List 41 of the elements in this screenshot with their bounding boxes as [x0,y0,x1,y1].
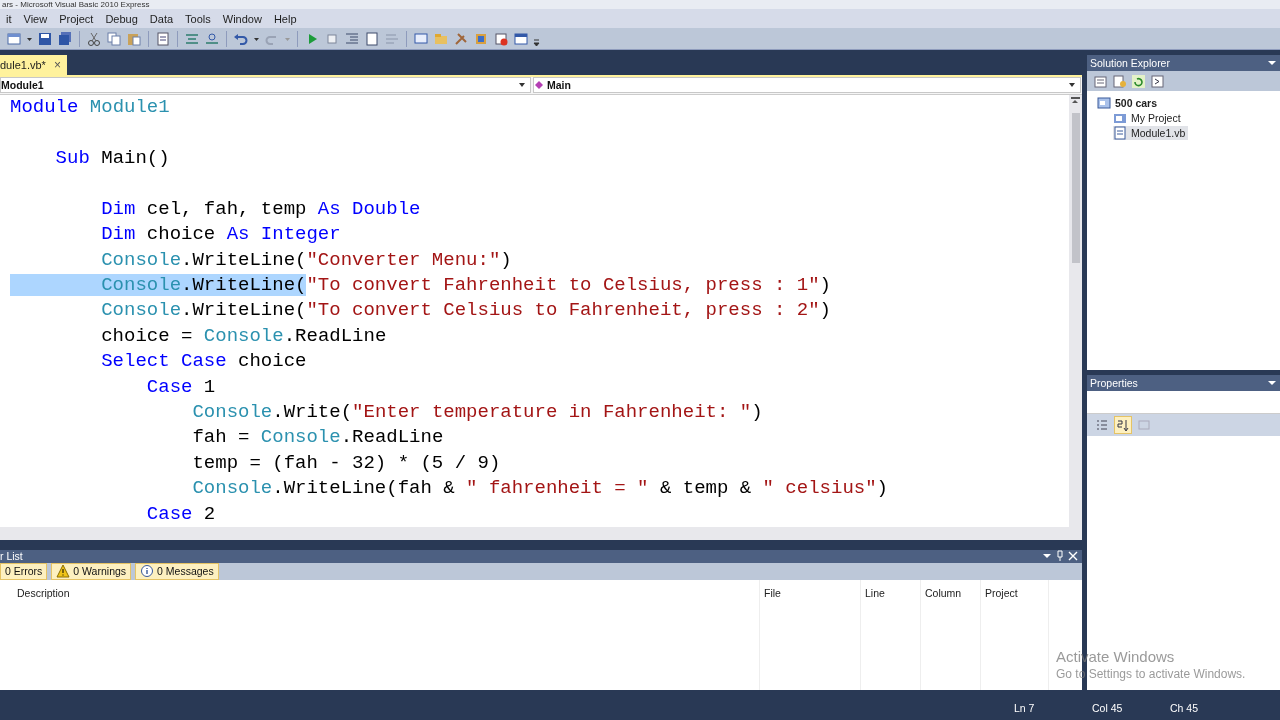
panel-title: r List [0,550,23,563]
member-dropdown[interactable]: Main [533,77,1081,93]
column-header[interactable]: File [760,579,861,690]
code-line: Sub Main() [54,146,171,172]
tree-item[interactable]: 500 cars [1097,96,1161,110]
code-line: Console.WriteLine(fah & " fahrenheit = " & temp & " celsius") [191,476,889,502]
code-line: Module Module1 [10,95,171,121]
tree-item[interactable]: Module1.vb [1113,126,1189,140]
code-line: Dim choice As Integer [100,222,342,248]
code-line: Console.WriteLine("To convert Fahrenheit to Celsius, press : 1") [10,273,1069,299]
menu-item[interactable]: Help [273,12,303,25]
code-line: temp = (fah - 32) * (5 / 9) [191,450,502,476]
code-line: Select Case choice [100,349,308,375]
code-line: Dim cel, fah, temp As Double [100,196,422,222]
menu-item[interactable]: Data [149,12,180,25]
panel-title: Solution Explorer [1090,57,1170,69]
code-line: Console.WriteLine("Converter Menu:") [100,247,513,273]
code-line: Console.Write("Enter temperature in Fahrenheit: ") [191,400,764,426]
column-header[interactable]: Project [981,579,1049,690]
type-dropdown[interactable]: Module1 [0,77,531,93]
menu-item[interactable]: it [6,12,18,25]
column-header[interactable]: Description [0,579,760,690]
status-text: Ln 7 [1014,701,1036,714]
code-line: fah = Console.ReadLine [191,425,445,451]
menu-item[interactable]: View [23,12,54,25]
document-tab[interactable]: dule1.vb* × [0,55,67,75]
menu-item[interactable]: Window [222,12,268,25]
code-line: Case 1 [145,374,217,400]
column-header[interactable]: Column [921,579,981,690]
tree-item[interactable]: My Project [1113,111,1184,125]
status-text: Ch 45 [1170,701,1199,714]
column-header[interactable]: Line [861,579,921,690]
menu-item[interactable]: Tools [185,12,217,25]
menu-item[interactable]: Debug [105,12,144,25]
window-title: ars - Microsoft Visual Basic 2010 Express [1,0,151,9]
code-line: Console.WriteLine("To convert Celsius to Fahrenheit, press : 2") [100,298,832,324]
panel-title: Properties [1090,377,1138,389]
code-line: Case 2 [145,501,217,527]
status-text: Col 45 [1092,701,1124,714]
menu-item[interactable]: Project [59,12,100,25]
code-line: choice = Console.ReadLine [100,323,388,349]
